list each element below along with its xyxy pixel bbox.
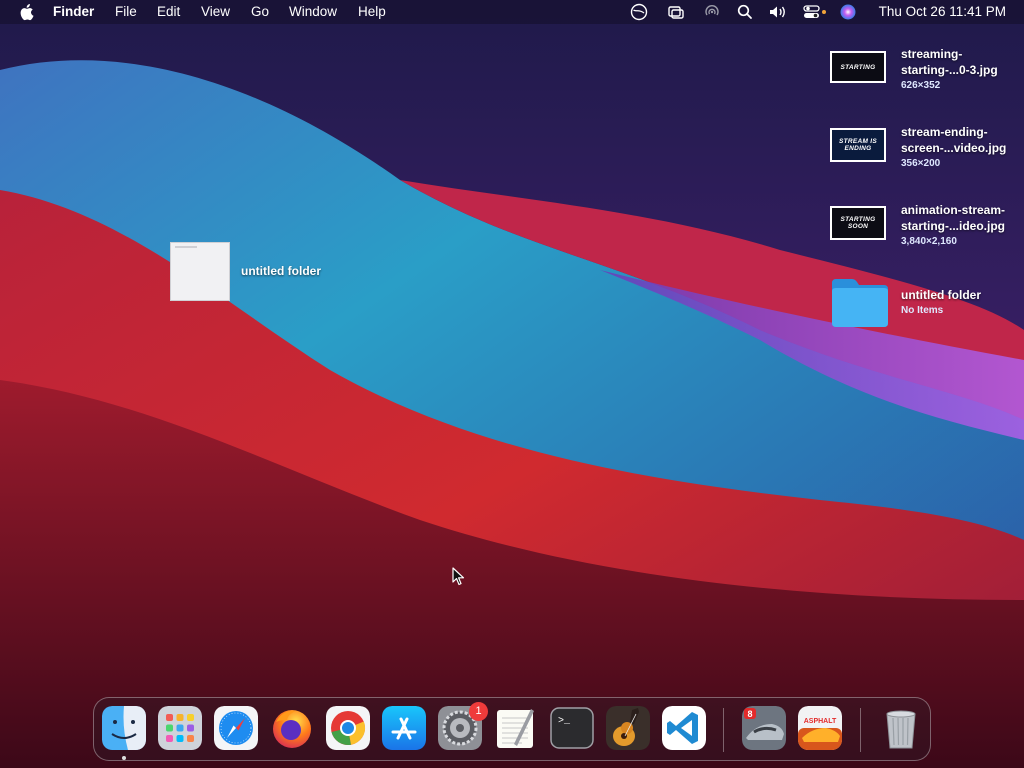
asphalt-8-label: 8 <box>747 709 752 719</box>
airplay-audio-icon[interactable] <box>703 3 721 21</box>
dock-separator <box>860 708 861 752</box>
terminal-prompt-label: >_ <box>558 716 571 727</box>
file-name-line1: animation-stream- <box>901 203 1006 217</box>
file-name-line1: stream-ending- <box>901 125 988 139</box>
spotlight-search-icon[interactable] <box>736 3 754 21</box>
textedit-icon[interactable] <box>494 706 538 750</box>
siri-icon[interactable] <box>839 3 857 21</box>
image-thumbnail: STARTING <box>830 51 886 83</box>
file-name-line1: streaming- <box>901 47 963 61</box>
menu-go[interactable]: Go <box>251 4 269 19</box>
desktop-wallpaper <box>0 0 1024 768</box>
trash-icon[interactable] <box>879 706 923 750</box>
launchpad-icon[interactable] <box>158 706 202 750</box>
dock-separator <box>723 708 724 752</box>
firefox-icon[interactable] <box>270 706 314 750</box>
folder-name: untitled folder <box>901 288 981 302</box>
menu-help[interactable]: Help <box>358 4 386 19</box>
menu-file[interactable]: File <box>115 4 137 19</box>
file-dimensions: 356×200 <box>901 158 941 169</box>
menu-window[interactable]: Window <box>289 4 337 19</box>
asphalt-label: ASPHALT <box>804 718 837 725</box>
asphalt-8-icon[interactable]: 8 <box>742 706 786 750</box>
screen-mirroring-icon[interactable] <box>667 3 685 21</box>
apple-icon[interactable] <box>18 3 34 21</box>
asphalt-icon[interactable]: ASPHALT <box>798 706 842 750</box>
menu-bar: Finder File Edit View Go Window Help Thu… <box>0 0 1024 24</box>
safari-icon[interactable] <box>214 706 258 750</box>
control-center-icon[interactable] <box>803 3 827 21</box>
menu-bar-clock[interactable]: Thu Oct 26 11:41 PM <box>879 4 1006 19</box>
menu-view[interactable]: View <box>201 4 230 19</box>
file-name-line2: screen-...video.jpg <box>901 141 1007 155</box>
dock: 1 >_ 8 ASPHALT <box>93 697 931 761</box>
folder-item-count: No Items <box>901 305 944 316</box>
finder-running-indicator <box>122 756 126 760</box>
file-dimensions: 626×352 <box>901 80 941 91</box>
volume-icon[interactable] <box>768 3 790 21</box>
folder-icon <box>170 242 230 301</box>
app-store-icon[interactable] <box>382 706 426 750</box>
garageband-icon[interactable] <box>606 706 650 750</box>
file-name-line2: starting-...ideo.jpg <box>901 219 1005 233</box>
finder-icon[interactable] <box>102 706 146 750</box>
image-thumbnail: STARTING SOON <box>830 206 886 240</box>
image-thumbnail: STREAM IS ENDING <box>830 128 886 162</box>
menu-app-finder[interactable]: Finder <box>53 4 94 19</box>
chrome-icon[interactable] <box>326 706 370 750</box>
file-name-line2: starting-...0-3.jpg <box>901 63 998 77</box>
vscode-icon[interactable] <box>662 706 706 750</box>
file-dimensions: 3,840×2,160 <box>901 236 957 247</box>
blue-folder-icon <box>832 279 888 327</box>
mouse-cursor-icon <box>452 567 465 586</box>
terminal-icon[interactable]: >_ <box>550 706 594 750</box>
creative-cloud-icon[interactable] <box>630 3 648 21</box>
desktop-item-label: untitled folder <box>241 264 321 278</box>
notification-badge: 1 <box>469 702 488 721</box>
menu-edit[interactable]: Edit <box>157 4 180 19</box>
